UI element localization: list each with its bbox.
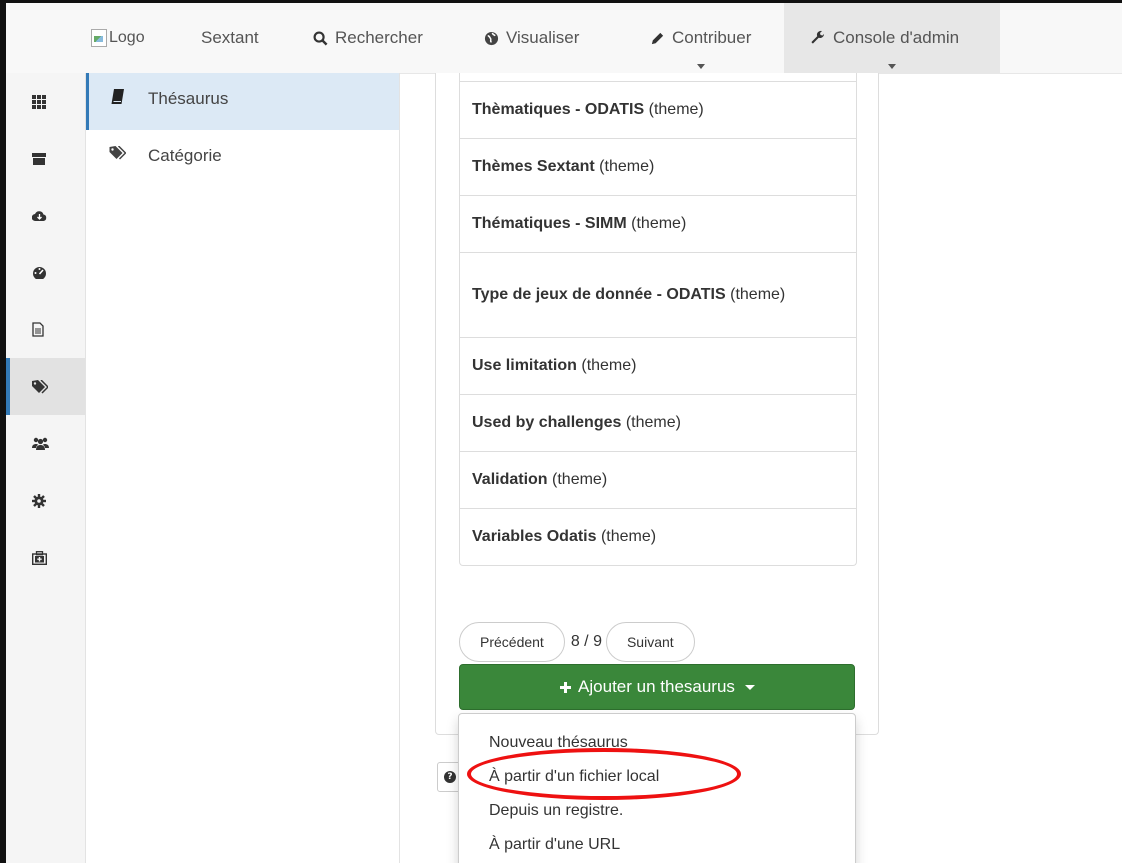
nav-label: Console d'admin: [833, 28, 960, 47]
pagination: Précédent 8 / 9 Suivant: [459, 622, 695, 662]
submenu-item-label: Thésaurus: [148, 89, 229, 108]
thesaurus-list: Thèmatiques - ODATIS (theme) Thèmes Sext…: [459, 73, 857, 566]
rail-item-records[interactable]: [6, 130, 85, 187]
thesaurus-type: (theme): [599, 158, 655, 175]
pencil-icon: [651, 32, 664, 44]
top-navbar: Logo Sextant Rechercher Visualiser Contr…: [6, 3, 1122, 74]
menu-item-from-registry[interactable]: Depuis un registre.: [459, 794, 855, 828]
nav-rechercher[interactable]: Rechercher: [313, 3, 423, 73]
submenu-item-thesaurus[interactable]: Thésaurus: [86, 73, 399, 130]
thesaurus-list-item[interactable]: Use limitation (theme): [460, 337, 856, 394]
logo-alt-text: Logo: [109, 29, 145, 46]
tags-icon: [109, 146, 126, 160]
thesaurus-name: Use limitation: [472, 357, 577, 374]
gear-icon: [32, 493, 46, 508]
add-thesaurus-label: Ajouter un thesaurus: [578, 677, 735, 696]
add-thesaurus-button[interactable]: Ajouter un thesaurus: [459, 664, 855, 710]
thesaurus-panel: Thèmatiques - ODATIS (theme) Thèmes Sext…: [435, 73, 879, 735]
rail-item-harvesting[interactable]: [6, 187, 85, 244]
icon-rail: [6, 73, 86, 863]
search-icon: [313, 31, 328, 45]
thesaurus-list-item[interactable]: Thèmatiques - ODATIS (theme): [460, 81, 856, 138]
list-item-partial: [460, 73, 856, 81]
nav-console-admin[interactable]: Console d'admin: [784, 3, 1000, 73]
cloud-icon: [32, 211, 47, 222]
wrench-icon: [811, 30, 825, 44]
next-page-button[interactable]: Suivant: [605, 622, 695, 662]
nav-contribuer[interactable]: Contribuer: [650, 3, 751, 73]
users-icon: [32, 437, 49, 450]
logo-link[interactable]: Logo: [91, 3, 145, 73]
thesaurus-list-item[interactable]: Variables Odatis (theme): [460, 508, 856, 565]
tags-icon: [32, 379, 48, 394]
rail-item-reports[interactable]: [6, 301, 85, 358]
previous-page-button[interactable]: Précédent: [459, 622, 565, 662]
thesaurus-name: Thématiques - SIMM: [472, 215, 627, 232]
app-frame: Logo Sextant Rechercher Visualiser Contr…: [0, 0, 1122, 863]
nav-label: Sextant: [201, 28, 259, 47]
thesaurus-type: (theme): [648, 101, 704, 118]
thesaurus-type: (theme): [625, 414, 681, 431]
caret-down-icon: [888, 64, 896, 69]
rail-item-tools[interactable]: [6, 529, 85, 586]
caret-down-icon: [696, 64, 705, 69]
nav-sextant[interactable]: Sextant: [201, 3, 259, 73]
thesaurus-list-item[interactable]: Used by challenges (theme): [460, 394, 856, 451]
thesaurus-name: Thèmes Sextant: [472, 158, 595, 175]
nav-visualiser[interactable]: Visualiser: [484, 3, 579, 73]
archive-icon: [32, 152, 46, 165]
page-indicator: 8 / 9: [570, 633, 602, 650]
rail-item-settings[interactable]: [6, 472, 85, 529]
submenu-item-categorie[interactable]: Catégorie: [86, 130, 399, 187]
thesaurus-type: (theme): [730, 286, 786, 303]
thesaurus-list-item[interactable]: Thématiques - SIMM (theme): [460, 195, 856, 252]
broken-image-icon: [91, 29, 107, 47]
thesaurus-list-item[interactable]: Type de jeux de donnée - ODATIS (theme): [460, 252, 856, 337]
thesaurus-type: (theme): [631, 215, 687, 232]
menu-item-new-thesaurus[interactable]: Nouveau thésaurus: [459, 726, 855, 760]
rail-item-users[interactable]: [6, 415, 85, 472]
rail-item-dashboard-grid[interactable]: [6, 73, 85, 130]
thesaurus-name: Variables Odatis: [472, 528, 597, 545]
file-icon: [32, 322, 44, 337]
thesaurus-name: Validation: [472, 471, 548, 488]
thesaurus-type: (theme): [552, 471, 608, 488]
rail-item-classification[interactable]: [6, 358, 85, 415]
logo: Logo: [91, 29, 145, 47]
plus-icon: [560, 681, 572, 693]
thesaurus-type: (theme): [581, 357, 637, 374]
thesaurus-name: Type de jeux de donnée - ODATIS: [472, 286, 726, 303]
add-thesaurus-dropdown: Nouveau thésaurus À partir d'un fichier …: [458, 713, 856, 863]
book-icon: [111, 89, 124, 104]
nav-label: Contribuer: [672, 28, 752, 47]
thesaurus-name: Used by challenges: [472, 414, 622, 431]
question-icon: ?: [444, 771, 456, 783]
toolbox-icon: [32, 550, 47, 565]
grid-icon: [32, 94, 46, 109]
caret-down-icon: [744, 684, 755, 690]
classification-submenu: Thésaurus Catégorie: [86, 73, 400, 863]
thesaurus-type: (theme): [600, 528, 657, 545]
nav-label: Visualiser: [506, 28, 580, 47]
thesaurus-list-item[interactable]: Thèmes Sextant (theme): [460, 138, 856, 195]
thesaurus-name: Thèmatiques - ODATIS: [472, 101, 645, 118]
rail-item-statistics[interactable]: [6, 244, 85, 301]
thesaurus-list-item[interactable]: Validation (theme): [460, 451, 856, 508]
submenu-item-label: Catégorie: [148, 146, 222, 165]
menu-item-from-local-file[interactable]: À partir d'un fichier local: [459, 760, 855, 794]
menu-item-from-url[interactable]: À partir d'une URL: [459, 828, 855, 862]
dashboard-icon: [33, 267, 46, 279]
globe-icon: [484, 31, 499, 45]
nav-label: Rechercher: [335, 28, 423, 47]
